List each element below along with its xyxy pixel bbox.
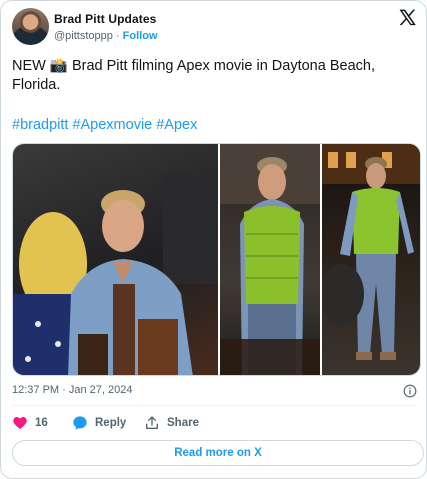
reply-button[interactable]: Reply: [72, 414, 126, 432]
read-more-button[interactable]: Read more on X: [12, 440, 424, 466]
share-label: Share: [167, 417, 199, 429]
handle-separator: ·: [115, 30, 120, 42]
hashtag-link[interactable]: #Apex: [156, 117, 197, 133]
x-logo-icon[interactable]: [397, 8, 417, 28]
info-icon[interactable]: [403, 384, 417, 398]
tweet-date[interactable]: Jan 27, 2024: [69, 384, 133, 396]
author-handle-row: @pittstoppp · Follow: [54, 30, 158, 42]
follow-link[interactable]: Follow: [123, 30, 158, 42]
tweet-time[interactable]: 12:37 PM: [12, 384, 59, 396]
author-avatar[interactable]: [12, 8, 49, 45]
hashtag-link[interactable]: #Apexmovie: [72, 117, 152, 133]
author-display-name[interactable]: Brad Pitt Updates: [54, 12, 156, 26]
photo-brad-pitt-seated[interactable]: [13, 144, 218, 375]
like-count: 16: [35, 417, 48, 429]
tweet-text: NEW 📸 Brad Pitt filming Apex movie in Da…: [12, 58, 375, 93]
tweet-embed-card: Brad Pitt Updates @pittstoppp · Follow N…: [0, 0, 427, 479]
heart-icon: [13, 417, 27, 429]
photo-green-vest-walking[interactable]: [322, 144, 420, 375]
hashtag-link[interactable]: #bradpitt: [12, 117, 68, 133]
divider: [12, 405, 417, 406]
photo-green-vest-standing[interactable]: [220, 144, 320, 375]
hashtag-list: #bradpitt #Apexmovie #Apex: [12, 117, 201, 133]
author-handle[interactable]: @pittstoppp: [54, 30, 113, 42]
share-upload-icon: [146, 416, 158, 429]
reply-bubble-icon: [73, 416, 87, 430]
share-button[interactable]: Share: [144, 414, 199, 432]
meta-separator: ·: [62, 384, 66, 396]
reply-label: Reply: [95, 417, 127, 429]
tweet-meta: 12:37 PM · Jan 27, 2024: [12, 384, 417, 400]
tweet-header: Brad Pitt Updates @pittstoppp · Follow: [12, 8, 417, 48]
like-button[interactable]: 16: [12, 414, 48, 432]
media-grid: [12, 143, 421, 376]
